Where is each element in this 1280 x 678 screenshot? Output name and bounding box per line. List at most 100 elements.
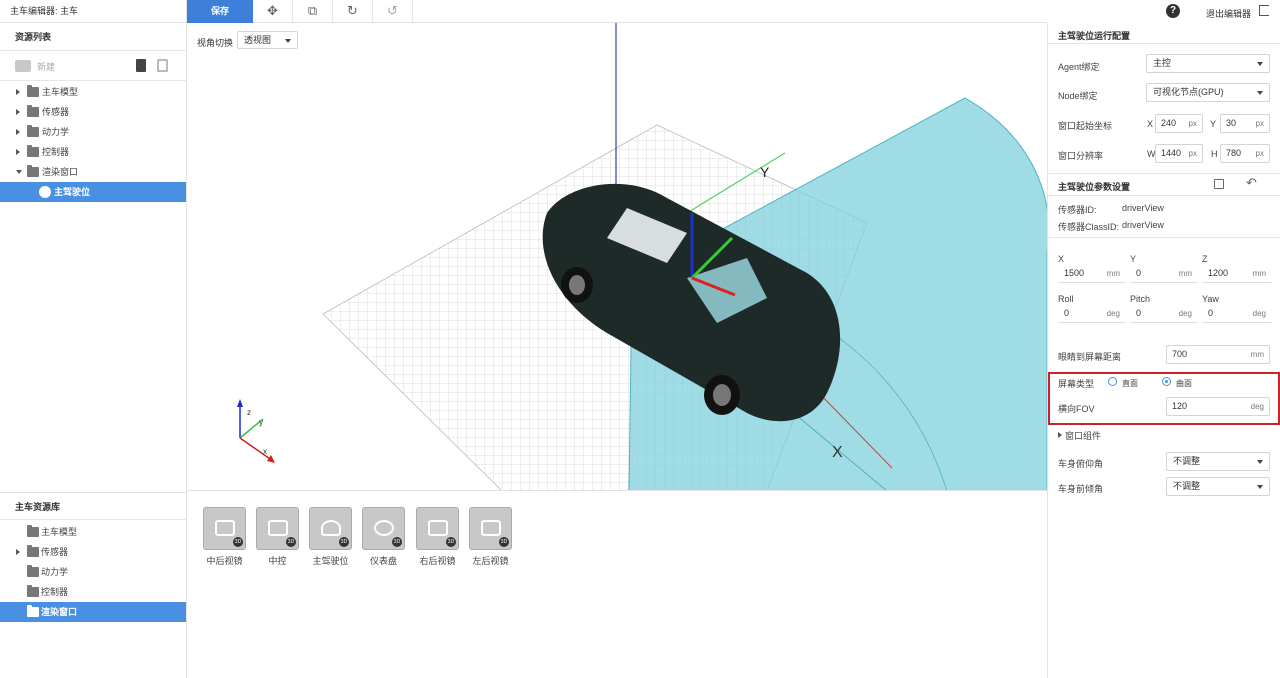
eye-distance-input[interactable]: 700 mm: [1166, 345, 1270, 364]
header-right: ? 退出编辑器: [1047, 0, 1280, 23]
yaw-input[interactable]: 0 deg: [1202, 304, 1272, 323]
unit-deg: deg: [1250, 402, 1264, 411]
chevron-right-icon[interactable]: [16, 549, 20, 555]
chevron-right-icon[interactable]: [16, 149, 20, 155]
resources-toolbar: 新建: [0, 51, 186, 81]
chevron-right-icon[interactable]: [1058, 432, 1062, 438]
body-tilt-select[interactable]: 不调整: [1166, 477, 1270, 496]
tree-item-driver-seat[interactable]: 主驾驶位: [0, 182, 186, 202]
chevron-down-icon: [1257, 460, 1263, 464]
pitch-value: 0: [1136, 308, 1142, 318]
undo-icon[interactable]: ↶: [1246, 175, 1257, 191]
tree-item-render-window[interactable]: 渲染窗口: [0, 162, 186, 182]
library-item-sensors[interactable]: 传感器: [0, 542, 186, 562]
folder-icon: [27, 105, 39, 117]
component-dashboard[interactable]: 3D 仪表盘: [362, 507, 405, 567]
fov-input[interactable]: 120 deg: [1166, 397, 1270, 416]
radio-curved-label[interactable]: 曲面: [1176, 378, 1192, 389]
radio-curved[interactable]: [1162, 377, 1171, 386]
folder-icon: [27, 125, 39, 137]
agent-select[interactable]: 主控: [1146, 54, 1270, 73]
window-group-toggle[interactable]: 窗口组件: [1065, 429, 1101, 442]
sensor-id-value: driverView: [1122, 203, 1164, 213]
exit-icon[interactable]: [1259, 5, 1269, 16]
new-icon[interactable]: [15, 60, 31, 72]
help-icon[interactable]: ?: [1166, 4, 1180, 18]
tree-item-controller[interactable]: 控制器: [0, 142, 186, 162]
3d-viewport[interactable]: Y X z y x 视角切换 透视图: [187, 23, 1047, 491]
chevron-right-icon[interactable]: [16, 129, 20, 135]
library-title: 主车资源库: [0, 493, 186, 520]
save-button[interactable]: 保存: [187, 0, 253, 23]
copy-icon[interactable]: [157, 59, 168, 72]
driver-seat-icon[interactable]: 3D: [309, 507, 352, 550]
x-label: X: [1058, 254, 1065, 264]
x-input[interactable]: 1500 mm: [1058, 264, 1126, 283]
component-center-console[interactable]: 3D 中控: [256, 507, 299, 567]
app-title: 主车编辑器: 主车: [0, 0, 186, 23]
center-console-icon[interactable]: 3D: [256, 507, 299, 550]
component-right-mirror[interactable]: 3D 右后视镜: [416, 507, 459, 567]
save-params-icon[interactable]: [1214, 179, 1224, 189]
unit-deg: deg: [1178, 309, 1192, 318]
component-label: 仪表盘: [369, 556, 397, 566]
view-switch-label: 视角切换: [197, 38, 234, 48]
fov-label: 横向FOV: [1058, 404, 1095, 414]
tree-item-vehicle-model[interactable]: 主车模型: [0, 82, 186, 102]
center-mirror-icon[interactable]: 3D: [203, 507, 246, 550]
chevron-down-icon: [1257, 485, 1263, 489]
roll-input[interactable]: 0 deg: [1058, 304, 1126, 323]
right-mirror-icon[interactable]: 3D: [416, 507, 459, 550]
screen-type-label: 屏幕类型: [1058, 379, 1095, 389]
library-item-vehicle-model[interactable]: 主车模型: [0, 522, 186, 542]
resources-tree: 主车模型 传感器 动力学 控制器 渲染窗口 主驾驶位: [0, 82, 186, 202]
axis-x-label: X: [832, 444, 843, 461]
origin-y-input[interactable]: 30 px: [1220, 114, 1270, 133]
res-h-value: 780: [1226, 148, 1242, 158]
z-input[interactable]: 1200 mm: [1202, 264, 1272, 283]
scene-canvas[interactable]: Y X z y x: [187, 23, 1047, 491]
component-driver-seat[interactable]: 3D 主驾驶位: [309, 507, 352, 567]
folder-icon: [27, 545, 39, 557]
rotate-icon[interactable]: ↻: [333, 0, 373, 23]
origin-x-input[interactable]: 240 px: [1155, 114, 1203, 133]
eye-distance-value: 700: [1172, 349, 1188, 359]
y-input[interactable]: 0 mm: [1130, 264, 1198, 283]
chevron-right-icon[interactable]: [16, 109, 20, 115]
chevron-right-icon[interactable]: [16, 89, 20, 95]
radio-flat[interactable]: [1108, 377, 1117, 386]
new-button[interactable]: 新建: [37, 60, 55, 73]
pitch-input[interactable]: 0 deg: [1130, 304, 1198, 323]
library-item-dynamics[interactable]: 动力学: [0, 562, 186, 582]
component-center-mirror[interactable]: 3D 中后视镜: [203, 507, 246, 567]
tree-item-dynamics[interactable]: 动力学: [0, 122, 186, 142]
component-left-mirror[interactable]: 3D 左后视镜: [469, 507, 512, 567]
reset-icon[interactable]: ↺: [373, 0, 413, 23]
move-icon[interactable]: ✥: [253, 0, 293, 23]
body-pitch-select[interactable]: 不调整: [1166, 452, 1270, 471]
node-value: 可视化节点(GPU): [1153, 87, 1224, 97]
chevron-down-icon[interactable]: [16, 170, 22, 174]
transform-icon[interactable]: ⧉: [293, 0, 333, 23]
library-item-controller[interactable]: 控制器: [0, 582, 186, 602]
dashboard-icon[interactable]: 3D: [362, 507, 405, 550]
tree-item-sensors[interactable]: 传感器: [0, 102, 186, 122]
res-h-input[interactable]: 780 px: [1220, 144, 1270, 163]
library-item-render-window[interactable]: 渲染窗口: [0, 602, 186, 622]
res-w-input[interactable]: 1440 px: [1155, 144, 1203, 163]
folder-icon: [27, 525, 39, 537]
radio-flat-label[interactable]: 直面: [1122, 378, 1138, 389]
component-label: 中后视镜: [206, 556, 243, 566]
left-mirror-icon[interactable]: 3D: [469, 507, 512, 550]
node-select[interactable]: 可视化节点(GPU): [1146, 83, 1270, 102]
sensor-id-label: 传感器ID:: [1058, 205, 1097, 215]
library-tree: 主车模型 传感器 动力学 控制器 渲染窗口: [0, 522, 186, 622]
z-value: 1200: [1208, 268, 1229, 278]
delete-icon[interactable]: [136, 59, 146, 72]
y-label: Y: [1130, 254, 1137, 264]
run-config-title: 主驾驶位运行配置: [1058, 31, 1131, 41]
unit-deg: deg: [1252, 309, 1266, 318]
view-select[interactable]: 透视图: [237, 31, 298, 49]
exit-editor-button[interactable]: 退出编辑器: [1206, 7, 1251, 20]
fov-value: 120: [1172, 401, 1188, 411]
